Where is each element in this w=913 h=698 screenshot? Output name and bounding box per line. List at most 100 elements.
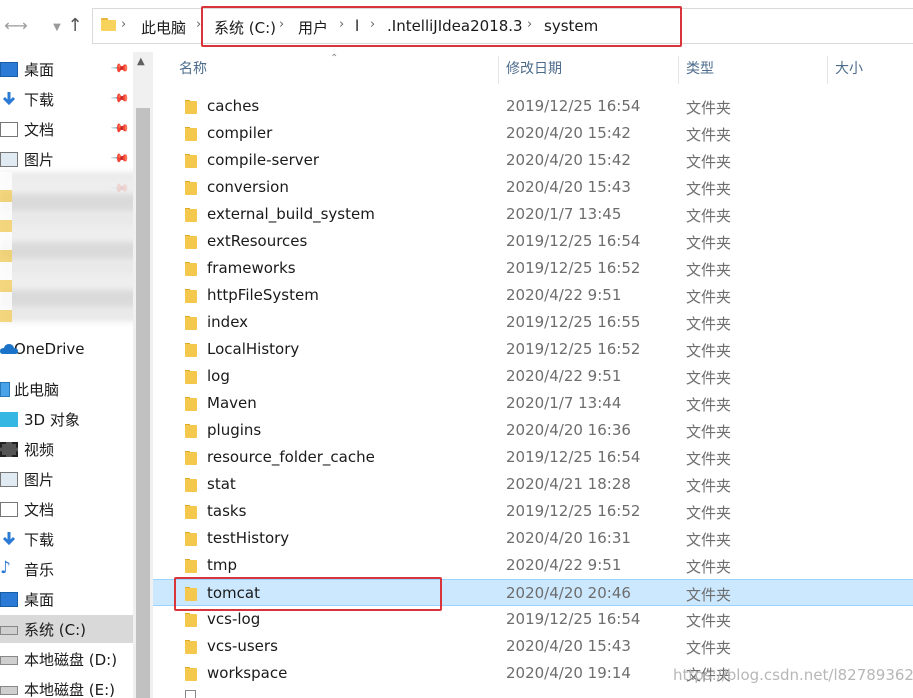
column-divider[interactable] [827,56,828,84]
table-row[interactable]: tasks 2019/12/25 16:52 文件夹 [153,498,913,525]
scroll-up-arrow-icon[interactable]: ▲ [137,56,145,67]
desktop-icon [0,592,18,607]
table-row[interactable]: vcs-users 2020/4/20 15:43 文件夹 [153,633,913,660]
nav-item-label: 此电脑 [14,380,60,399]
file-name: resource_folder_cache [207,448,375,466]
table-row[interactable]: conversion 2020/4/20 15:43 文件夹 [153,174,913,201]
folder-icon [185,208,197,222]
table-row[interactable]: httpFileSystem 2020/4/22 9:51 文件夹 [153,282,913,309]
column-header-modified[interactable]: 修改日期 [506,52,562,86]
watermark: https://blog.csdn.net/l827893628 [673,666,913,684]
cloud-icon [0,344,18,354]
table-row[interactable]: Maven 2020/1/7 13:44 文件夹 [153,390,913,417]
file-name: compiler [207,124,273,142]
table-row[interactable]: LocalHistory 2019/12/25 16:52 文件夹 [153,336,913,363]
up-arrow-icon[interactable]: ↑ [64,14,86,38]
nav-item-pictures-pc[interactable]: 图片 [0,465,133,493]
file-type: 文件夹 [686,288,732,306]
table-row[interactable]: compile-server 2020/4/20 15:42 文件夹 [153,147,913,174]
table-row[interactable]: plugins 2020/4/20 16:36 文件夹 [153,417,913,444]
drive-icon [0,656,18,665]
file-name: plugins [207,421,262,439]
table-row[interactable] [153,683,913,698]
nav-item-label: 音乐 [24,560,55,579]
file-modified: 2020/4/20 16:31 [506,529,631,547]
column-divider[interactable] [678,56,679,84]
nav-item-label: 本地磁盘 (D:) [24,650,118,669]
table-row[interactable]: log 2020/4/22 9:51 文件夹 [153,363,913,390]
breadcrumb-separator-icon[interactable]: › [121,17,126,32]
blurred-region [0,172,140,322]
folder-icon [185,424,197,438]
file-name: external_build_system [207,205,375,223]
column-divider[interactable] [498,56,499,84]
file-modified: 2020/4/22 9:51 [506,286,622,304]
forward-arrow-icon[interactable]: → [10,14,32,38]
nav-item-label: OneDrive [14,340,85,358]
nav-item-videos[interactable]: 视频 [0,435,133,463]
nav-item-downloads-pc[interactable]: 下载 [0,525,133,553]
folder-icon [185,667,197,681]
pin-icon[interactable]: 📌 [110,148,130,168]
nav-item-music[interactable]: ♪ 音乐 [0,555,133,583]
table-row[interactable]: stat 2020/4/21 18:28 文件夹 [153,471,913,498]
nav-item-this-pc[interactable]: 此电脑 [0,375,133,403]
music-icon: ♪ [0,558,11,578]
nav-item-documents-pc[interactable]: 文档 [0,495,133,523]
file-name: tmp [207,556,238,574]
table-row[interactable]: extResources 2019/12/25 16:54 文件夹 [153,228,913,255]
folder-icon [185,181,197,195]
nav-item-onedrive[interactable]: OneDrive [0,335,133,363]
drive-icon [0,686,18,695]
nav-item-downloads[interactable]: 下载 📌 [0,85,133,113]
column-header-type[interactable]: 类型 [686,52,714,86]
file-modified: 2019/12/25 16:55 [506,313,641,331]
nav-item-pictures[interactable]: 图片 📌 [0,145,133,173]
column-header-name[interactable]: 名称 [179,52,207,86]
file-modified: 2019/12/25 16:54 [506,448,641,466]
nav-item-drive-c[interactable]: 系统 (C:) [0,615,133,643]
address-strip: ← → ▼ ↑ › 此电脑 › 系统 (C:) › 用户 › l › .Inte… [0,0,913,52]
column-header-size[interactable]: 大小 [835,52,863,86]
table-row[interactable]: tmp 2020/4/22 9:51 文件夹 [153,552,913,579]
file-modified: 2019/12/25 16:54 [506,97,641,115]
file-modified: 2019/12/25 16:52 [506,502,641,520]
table-row[interactable]: compiler 2020/4/20 15:42 文件夹 [153,120,913,147]
table-row[interactable]: external_build_system 2020/1/7 13:45 文件夹 [153,201,913,228]
file-name: httpFileSystem [207,286,319,304]
nav-item-drive-d[interactable]: 本地磁盘 (D:) [0,645,133,673]
nav-item-desktop[interactable]: 桌面 📌 [0,55,133,83]
table-row[interactable]: resource_folder_cache 2019/12/25 16:54 文件夹 [153,444,913,471]
table-row[interactable]: index 2019/12/25 16:55 文件夹 [153,309,913,336]
pin-icon[interactable]: 📌 [110,88,130,108]
file-type: 文件夹 [686,504,732,522]
table-row[interactable]: testHistory 2020/4/20 16:31 文件夹 [153,525,913,552]
sort-caret-icon: ⌃ [330,53,339,64]
table-row[interactable]: frameworks 2019/12/25 16:52 文件夹 [153,255,913,282]
folder-icon [185,154,197,168]
file-type: 文件夹 [686,369,732,387]
nav-item-label: 本地磁盘 (E:) [24,680,116,698]
file-type: 文件夹 [686,99,732,117]
nav-item-label: 视频 [24,440,55,459]
file-name: LocalHistory [207,340,300,358]
file-type: 文件夹 [686,180,732,198]
scrollbar-thumb[interactable] [136,108,150,698]
nav-item-drive-e[interactable]: 本地磁盘 (E:) [0,675,133,698]
folder-icon [185,127,197,141]
pin-icon[interactable]: 📌 [110,58,130,78]
nav-item-desktop-pc[interactable]: 桌面 [0,585,133,613]
file-name: vcs-log [207,610,261,628]
nav-scrollbar[interactable]: ▲ [133,52,153,698]
nav-item-documents[interactable]: 文档 📌 [0,115,133,143]
table-row[interactable]: caches 2019/12/25 16:54 文件夹 [153,93,913,120]
file-name: vcs-users [207,637,278,655]
file-modified: 2020/4/20 15:43 [506,178,631,196]
file-modified: 2020/4/20 15:42 [506,151,631,169]
pin-icon[interactable]: 📌 [110,118,130,138]
folder-icon [185,451,197,465]
blurred-folder-icons [0,172,12,322]
folder-icon [185,370,197,384]
breadcrumb-this-pc[interactable]: 此电脑 [141,17,186,38]
nav-item-3d-objects[interactable]: 3D 对象 [0,405,133,433]
